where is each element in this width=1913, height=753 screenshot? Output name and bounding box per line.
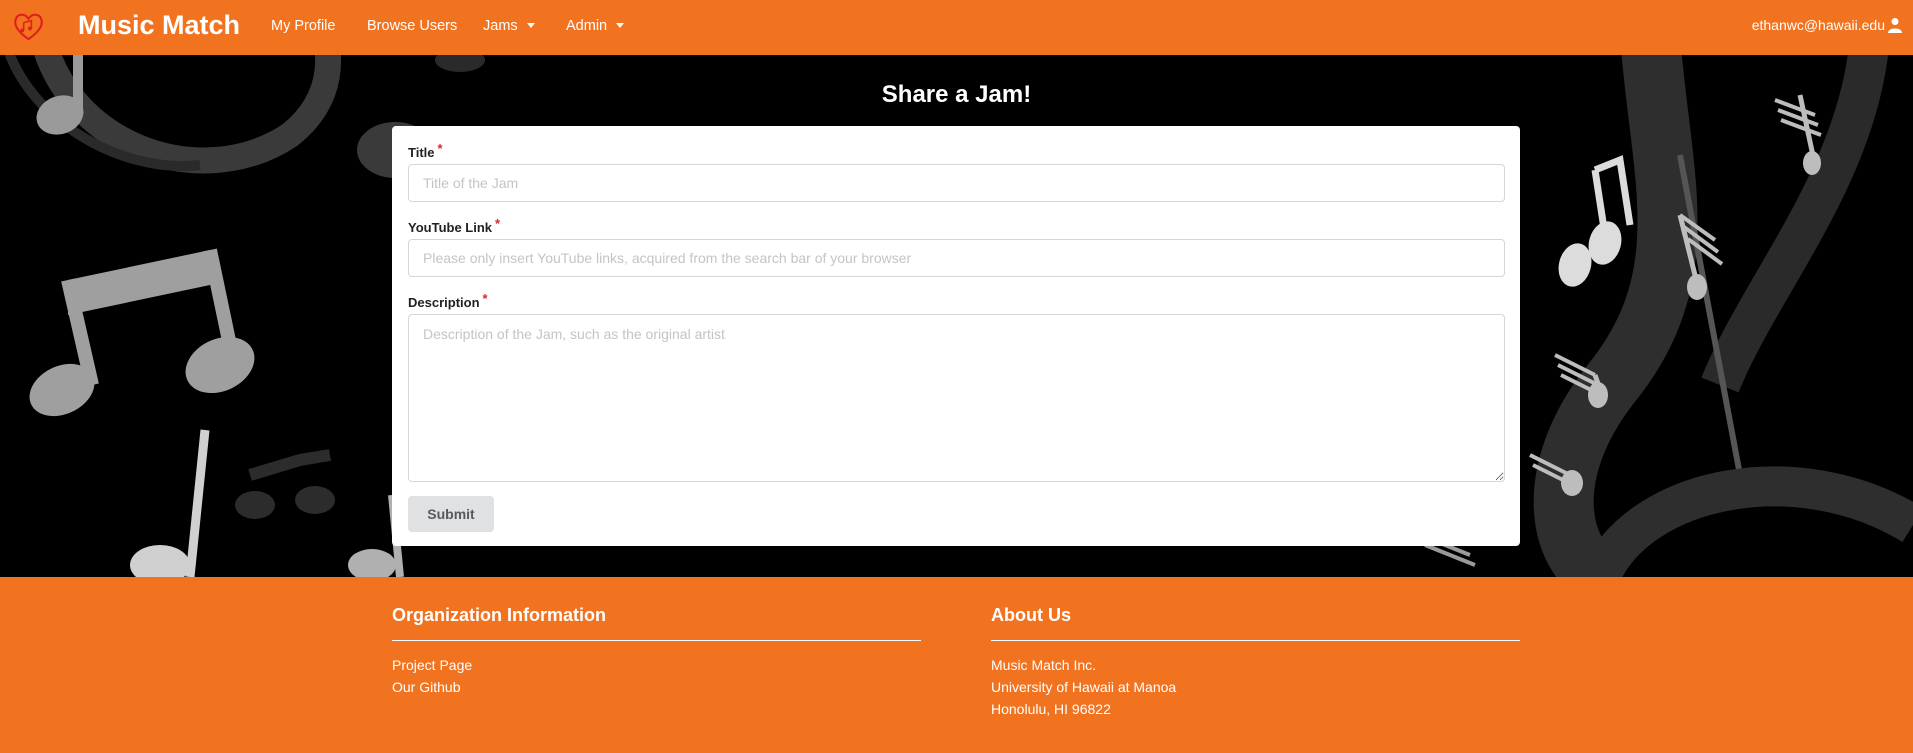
submit-button[interactable]: Submit	[408, 496, 494, 532]
footer-divider	[392, 640, 921, 641]
required-asterisk: *	[482, 291, 488, 306]
footer-divider	[991, 640, 1520, 641]
github-link[interactable]: Our Github	[392, 676, 921, 698]
nav-browse-users[interactable]: Browse Users	[367, 17, 457, 35]
navbar: Music Match My Profile Browse Users Jams…	[0, 0, 1913, 55]
caret-down-icon	[616, 23, 625, 28]
required-asterisk: *	[495, 216, 501, 231]
youtube-link-input[interactable]	[408, 239, 1505, 277]
footer-about-us: About Us Music Match Inc. University of …	[991, 604, 1520, 720]
brand-title[interactable]: Music Match	[78, 8, 240, 42]
about-company: Music Match Inc.	[991, 657, 1097, 673]
nav-my-profile[interactable]: My Profile	[271, 17, 335, 35]
required-asterisk: *	[437, 141, 443, 156]
heart-music-logo-icon[interactable]	[12, 10, 45, 43]
user-email: ethanwc@hawaii.edu	[1751, 17, 1885, 33]
title-label: Title *	[408, 141, 443, 160]
youtube-link-label: YouTube Link *	[408, 216, 500, 235]
caret-down-icon	[526, 23, 535, 28]
about-university: University of Hawaii at Manoa	[991, 679, 1177, 695]
title-label-text: Title	[408, 145, 435, 160]
description-label: Description *	[408, 291, 488, 310]
nav-jams-label: Jams	[483, 18, 518, 34]
description-label-text: Description	[408, 295, 480, 310]
user-icon	[1888, 18, 1902, 33]
share-jam-form: Title* YouTube Link* Description* Submit	[392, 126, 1520, 546]
footer-org-info: Organization Information Project Page Ou…	[392, 604, 921, 698]
project-page-link[interactable]: Project Page	[392, 654, 921, 676]
nav-admin-label: Admin	[566, 18, 608, 34]
page-title: Share a Jam!	[881, 81, 1032, 108]
title-input[interactable]	[408, 164, 1505, 202]
footer-org-heading: Organization Information	[392, 605, 606, 625]
user-menu[interactable]: ethanwc@hawaii.edu	[1752, 17, 1903, 33]
footer: Organization Information Project Page Ou…	[0, 577, 1913, 753]
description-textarea[interactable]	[408, 314, 1505, 482]
footer-about-heading: About Us	[991, 605, 1071, 625]
nav-admin-dropdown[interactable]: Admin	[566, 17, 625, 35]
nav-jams-dropdown[interactable]: Jams	[483, 17, 535, 35]
youtube-link-label-text: YouTube Link	[408, 220, 493, 235]
about-address: Honolulu, HI 96822	[991, 701, 1111, 717]
